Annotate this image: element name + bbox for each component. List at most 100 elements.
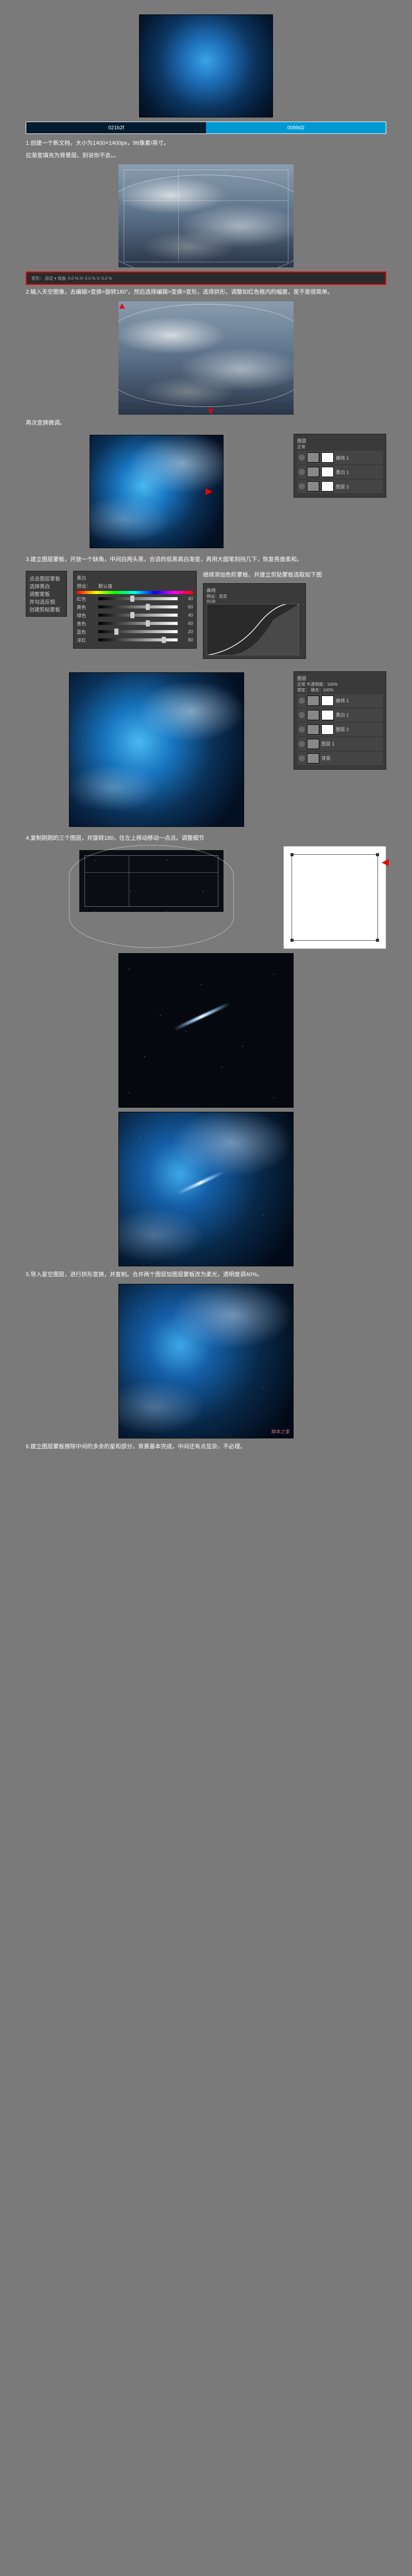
- slider-value: 60: [181, 604, 193, 609]
- layer-name: 图层 2: [336, 483, 349, 490]
- slider-track[interactable]: [98, 622, 178, 625]
- light-streak: [174, 1002, 231, 1031]
- arrow-indicator: ◀: [382, 857, 389, 868]
- slider-value: 20: [181, 629, 193, 634]
- curves-panel[interactable]: 曲线 预设：自定 RGB: [203, 583, 306, 659]
- visibility-icon[interactable]: [299, 469, 305, 475]
- layer-row[interactable]: 黑白 1: [297, 465, 383, 479]
- layer-name: 图层 2: [336, 726, 349, 733]
- visibility-icon[interactable]: [299, 755, 305, 761]
- final-composite-1: [118, 1112, 294, 1266]
- warp-toolbar-highlight: 变形： 自定 ▾ 弯曲: 0.0 % H: 0.0 % V: 0.0 %: [26, 272, 386, 285]
- handle-indicator: ▲: [118, 301, 127, 311]
- visibility-icon[interactable]: [299, 741, 305, 747]
- handle-indicator: ▼: [206, 406, 215, 415]
- layer-row[interactable]: 图层 1: [297, 737, 383, 751]
- step5-text: 5.导入星空图层，进行拱形变换，并复制。合并两个图层加图层蒙板改为柔光，透明度调…: [26, 1270, 386, 1280]
- slider-track[interactable]: [98, 638, 178, 641]
- layers-title: 图层: [297, 437, 383, 444]
- lock-label: 锁定：: [297, 688, 310, 692]
- layer-row[interactable]: 图层 2: [297, 723, 383, 736]
- layer-row[interactable]: 黑白 1: [297, 708, 383, 722]
- hue-strip: [77, 591, 193, 594]
- layers-title: 图层: [297, 675, 383, 682]
- curves-title: 曲线: [207, 587, 302, 594]
- layers-panel[interactable]: 图层 正常 曲线 1 黑白 1 图层 2: [294, 434, 386, 498]
- preset-label: 预设：: [77, 583, 95, 589]
- preset-value[interactable]: 自定: [219, 594, 227, 599]
- slider-track[interactable]: [98, 605, 178, 608]
- warp-bounds[interactable]: [291, 854, 378, 941]
- slider-label: 蓝色: [77, 629, 95, 635]
- slider-label: 黄色: [77, 604, 95, 611]
- watermark: 脚本之家: [271, 1428, 290, 1435]
- visibility-icon[interactable]: [299, 454, 305, 461]
- arrow-indicator: ▶: [205, 486, 213, 497]
- clouds-warp2: ▲ ▼: [118, 301, 294, 415]
- stars-with-streak: [118, 953, 294, 1108]
- opacity-label: 不透明度：: [306, 682, 327, 687]
- side-instructions: 点击图层蒙板 选择黑白 调整蒙板 并勾选反相 创建剪贴蒙板: [26, 571, 67, 617]
- slider-label: 洋红: [77, 637, 95, 643]
- combined-sky: [69, 672, 244, 827]
- layer-name: 曲线 1: [336, 697, 349, 704]
- stars-warp-grid: [79, 850, 224, 912]
- preset-label: 预设：: [207, 594, 219, 599]
- visibility-icon[interactable]: [299, 712, 305, 718]
- opacity-value[interactable]: 100%: [327, 682, 337, 687]
- light-streak: [177, 1171, 225, 1195]
- slider-value: 40: [181, 596, 193, 601]
- final-composite-2: 脚本之家: [118, 1284, 294, 1438]
- step2b-text: 再次变换微调。: [26, 419, 386, 428]
- swatch-light: 0099d2: [206, 122, 386, 133]
- slider-label: 绿色: [77, 612, 95, 619]
- slider-label: 红色: [77, 596, 95, 602]
- slider-track[interactable]: [98, 597, 178, 600]
- swatch-dark: 021b2f: [26, 122, 206, 133]
- step3b-text: 继续添加色阶蒙板、并建立剪贴蒙板选取如下图: [203, 571, 386, 580]
- warp-toolbar[interactable]: 变形： 自定 ▾ 弯曲: 0.0 % H: 0.0 % V: 0.0 %: [28, 274, 384, 282]
- layer-name: 背景: [321, 755, 331, 761]
- slider-label: 青色: [77, 620, 95, 627]
- blend-mode[interactable]: 正常: [297, 682, 305, 687]
- visibility-icon[interactable]: [299, 726, 305, 733]
- color-swatches: 021b2f 0099d2: [26, 122, 386, 134]
- gradient-preview: [139, 14, 273, 117]
- step6-text: 6.建立图层蒙板擦除中间的多余的星和部分，背景基本完成，中间还有点显杂，不必理。: [26, 1443, 386, 1452]
- curve-graph[interactable]: [207, 604, 299, 655]
- step2-text: 2.输入天空图像，去编辑>变换>旋转180°。然后选择编辑>变换>变形，选择拱形…: [26, 288, 386, 297]
- fill-value[interactable]: 100%: [323, 688, 333, 692]
- masked-combo1: ▶: [90, 435, 224, 548]
- preset-value[interactable]: 默认值: [98, 583, 112, 589]
- slider-track[interactable]: [98, 614, 178, 617]
- slider-value: 40: [181, 613, 193, 618]
- fill-label: 填充：: [311, 688, 323, 692]
- layer-name: 图层 1: [321, 740, 335, 747]
- slider-value: 60: [181, 621, 193, 626]
- warp-arc[interactable]: [118, 175, 294, 267]
- visibility-icon[interactable]: [299, 698, 305, 704]
- layer-row[interactable]: 背景: [297, 752, 383, 765]
- blackwhite-panel[interactable]: 黑白 预设：默认值 红色 40 黄色 60 绿色 40 青色 60 蓝色 20 洋红 80: [73, 571, 197, 649]
- blend-mode[interactable]: 正常: [297, 444, 383, 450]
- layer-row[interactable]: 曲线 1: [297, 451, 383, 464]
- layer-row[interactable]: 曲线 1: [297, 694, 383, 707]
- layer-name: 曲线 1: [336, 454, 349, 461]
- step1b-text: 拉渐变填充为背景层。别说你不会。。: [26, 151, 386, 161]
- step3-text: 3.建立图层蒙板，开放一个缺角，中间白两头黑，合适的低黑高白渐变，再用大圆笔刻挡…: [26, 555, 386, 565]
- slider-track[interactable]: [98, 630, 178, 633]
- visibility-icon[interactable]: [299, 483, 305, 489]
- step1-text: 1.创建一个新文档，大小为1400×1400px，96像素/英寸。: [26, 139, 386, 148]
- layer-row[interactable]: 图层 2: [297, 480, 383, 493]
- layer-name: 黑白 1: [336, 711, 349, 718]
- warp-arc2[interactable]: [118, 304, 294, 407]
- warp-arc[interactable]: [69, 845, 234, 948]
- layer-name: 黑白 1: [336, 469, 349, 476]
- warp-outline: ◀: [283, 846, 386, 949]
- clouds-warp-preview: [118, 164, 294, 267]
- layers-panel[interactable]: 图层 正常 不透明度：100% 锁定： 填充：100% 曲线 1 黑白 1 图层…: [294, 671, 386, 770]
- bw-title: 黑白: [77, 574, 86, 581]
- step4-text: 4.复制刚刚的三个图层，并旋转180，往左上移动移动一点点。调整细节: [26, 834, 386, 843]
- slider-value: 80: [181, 637, 193, 642]
- channel-select[interactable]: RGB: [207, 599, 302, 604]
